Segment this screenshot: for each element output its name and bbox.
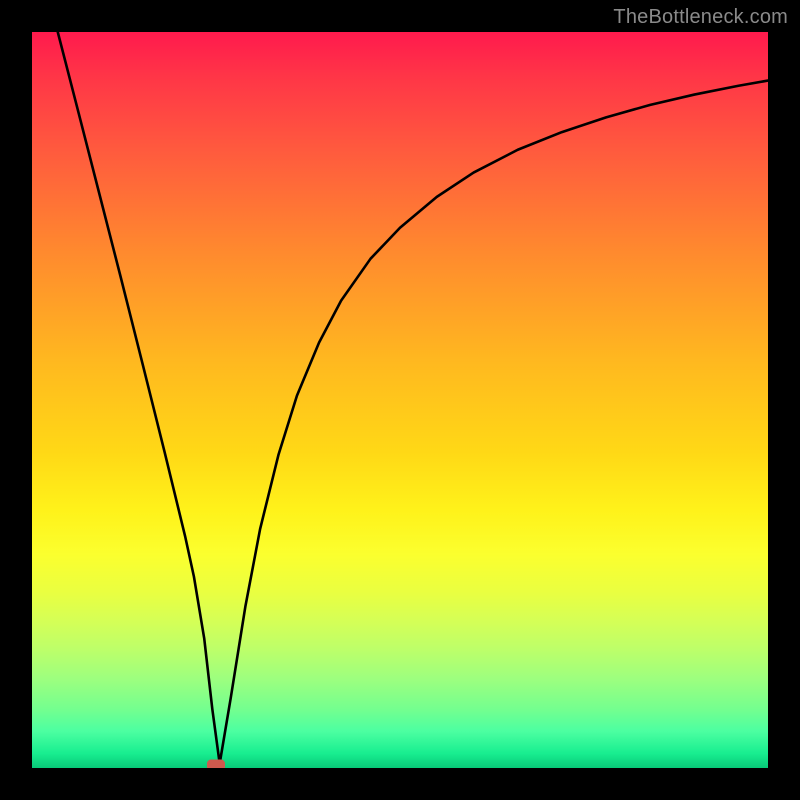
plot-area xyxy=(32,32,768,768)
min-marker xyxy=(207,760,225,768)
bottleneck-curve xyxy=(58,32,768,764)
plot-svg xyxy=(32,32,768,768)
watermark-text: TheBottleneck.com xyxy=(613,6,788,29)
chart-frame: TheBottleneck.com xyxy=(0,0,800,800)
